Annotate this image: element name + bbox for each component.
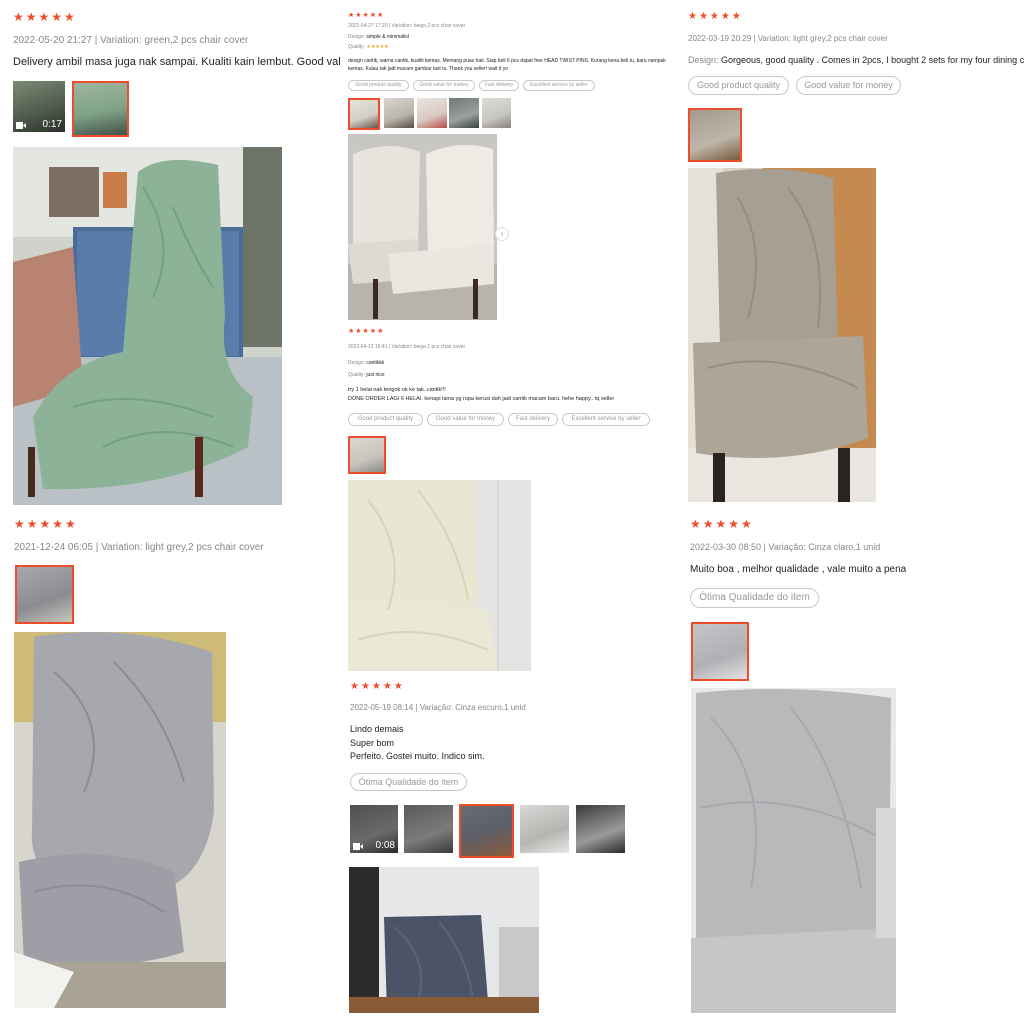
tag-excellent-service: Excellent service by seller bbox=[562, 413, 650, 426]
video-duration: 0:08 bbox=[375, 840, 395, 851]
video-camera-icon bbox=[353, 843, 363, 850]
design-value: cantikkk bbox=[366, 360, 385, 366]
tag-good-value: Good value for money bbox=[427, 413, 504, 426]
review-photo-cream-chair bbox=[348, 480, 531, 671]
review-photo-grey-chair bbox=[14, 632, 226, 1008]
tag-item-quality: Ótima Qualidade do item bbox=[690, 588, 819, 608]
tag-good-value: Good value for money bbox=[796, 76, 901, 95]
review-text: Muito boa , melhor qualidade , vale muit… bbox=[690, 564, 907, 575]
video-camera-icon bbox=[16, 122, 26, 129]
review-column-middle: ★★★★★ 2022-04-27 17:20 | Variation: beig… bbox=[341, 0, 677, 1024]
photo-thumbnail[interactable] bbox=[482, 98, 511, 128]
quality-label: Quality: bbox=[348, 372, 365, 378]
tag-fast-delivery: Fast delivery bbox=[479, 80, 519, 91]
review-column-left: ★★★★★ 2022-05-20 21:27 | Variation: gree… bbox=[0, 0, 340, 1024]
tag-good-quality: Good product quality bbox=[348, 413, 423, 426]
review-photo-seat-closeup bbox=[691, 688, 896, 1013]
photo-thumbnail[interactable] bbox=[384, 98, 414, 128]
design-label: Design: bbox=[688, 55, 719, 65]
review-meta: 2022-04-27 17:20 | Variation: beige,2 pc… bbox=[348, 23, 466, 29]
quality-line: Quality: just nice bbox=[348, 372, 385, 378]
tag-item-quality: Ótima Qualidade do item bbox=[350, 773, 467, 791]
rating-stars: ★★★★★ bbox=[690, 517, 754, 531]
quality-value: just nice bbox=[366, 372, 385, 378]
carousel-next-button[interactable]: › bbox=[495, 227, 509, 241]
photo-thumbnail-selected[interactable] bbox=[72, 81, 129, 137]
review-photo-light-grey-chair bbox=[688, 168, 876, 502]
review-meta: 2021-12-24 06:05 | Variation: light grey… bbox=[14, 542, 264, 553]
review-meta: 2022-05-19 08:14 | Variação: Cinza escur… bbox=[350, 703, 526, 712]
review-text-line: Lindo demais bbox=[350, 724, 404, 734]
quality-label: Quality: bbox=[348, 44, 365, 50]
review-meta: 2022-03-19 20:29 | Variation: light grey… bbox=[688, 34, 888, 43]
review-column-right: ★★★★★ 2022-03-19 20:29 | Variation: ligh… bbox=[679, 0, 1024, 1024]
photo-thumbnail-selected[interactable] bbox=[688, 108, 742, 162]
review-photo-dark-grey-chair bbox=[349, 867, 539, 1013]
tag-good-quality: Good product quality bbox=[688, 76, 789, 95]
review-meta: 2022-03-30 08:50 | Variação: Cinza claro… bbox=[690, 542, 881, 552]
design-value: simple & minimalist bbox=[366, 34, 410, 40]
video-thumbnail[interactable]: 0:17 bbox=[13, 81, 65, 132]
photo-thumbnail[interactable] bbox=[576, 805, 625, 853]
photo-thumbnail-selected[interactable] bbox=[15, 565, 74, 624]
review-meta: 2022-04-12 16:41 | Variation: beige,1 pc… bbox=[348, 344, 466, 350]
video-thumbnail[interactable]: 0:08 bbox=[350, 805, 398, 853]
design-line: Design: cantikkk bbox=[348, 360, 384, 366]
review-meta: 2022-05-20 21:27 | Variation: green,2 pc… bbox=[13, 35, 249, 46]
tag-fast-delivery: Fast delivery bbox=[508, 413, 558, 426]
rating-stars: ★★★★★ bbox=[348, 328, 385, 335]
design-label: Design: bbox=[348, 34, 365, 40]
rating-stars: ★★★★★ bbox=[13, 10, 77, 24]
review-text-line: DONE ORDER LAGI 6 HELAI. kenapi lama yg … bbox=[348, 396, 615, 402]
review-text: Delivery ambil masa juga nak sampai. Kua… bbox=[13, 56, 340, 68]
review-photo-beige-chairs bbox=[348, 134, 497, 320]
review-text-line: Design: Gorgeous, good quality . Comes i… bbox=[688, 55, 1024, 65]
review-text-line: try 1 helai nak tengok ok ke tak..cantik… bbox=[348, 387, 446, 393]
photo-thumbnail-selected[interactable] bbox=[348, 98, 380, 130]
tag-good-quality: Good product quality bbox=[348, 80, 409, 91]
review-text-line: Perfeito. Gostei muito. Indico sim. bbox=[350, 751, 485, 761]
quality-line: Quality: ★★★★★ bbox=[348, 44, 389, 50]
review-text-line: Super bom bbox=[350, 738, 395, 748]
photo-thumbnail[interactable] bbox=[404, 805, 453, 853]
rating-stars: ★★★★★ bbox=[350, 681, 405, 692]
rating-stars: ★★★★★ bbox=[348, 12, 385, 19]
rating-stars: ★★★★★ bbox=[688, 11, 743, 22]
photo-thumbnail[interactable] bbox=[417, 98, 447, 128]
design-label: Design: bbox=[348, 360, 365, 366]
rating-stars: ★★★★★ bbox=[14, 517, 78, 531]
photo-thumbnail[interactable] bbox=[449, 98, 479, 128]
review-photo-green-chair bbox=[13, 147, 282, 505]
photo-thumbnail-selected[interactable] bbox=[691, 622, 749, 681]
video-duration: 0:17 bbox=[42, 119, 62, 130]
photo-thumbnail[interactable] bbox=[520, 805, 569, 853]
photo-thumbnail-selected[interactable] bbox=[459, 804, 514, 858]
design-line: Design: simple & minimalist bbox=[348, 34, 409, 40]
review-text: design cantik, warna cantik, kualiti kem… bbox=[348, 58, 666, 72]
quality-value: ★★★★★ bbox=[366, 44, 389, 50]
review-text: Gorgeous, good quality . Comes in 2pcs, … bbox=[721, 55, 1024, 65]
tag-good-value: Good value for money bbox=[413, 80, 475, 91]
photo-thumbnail-selected[interactable] bbox=[348, 436, 386, 474]
tag-excellent-service: Excellent service by seller bbox=[523, 80, 595, 91]
